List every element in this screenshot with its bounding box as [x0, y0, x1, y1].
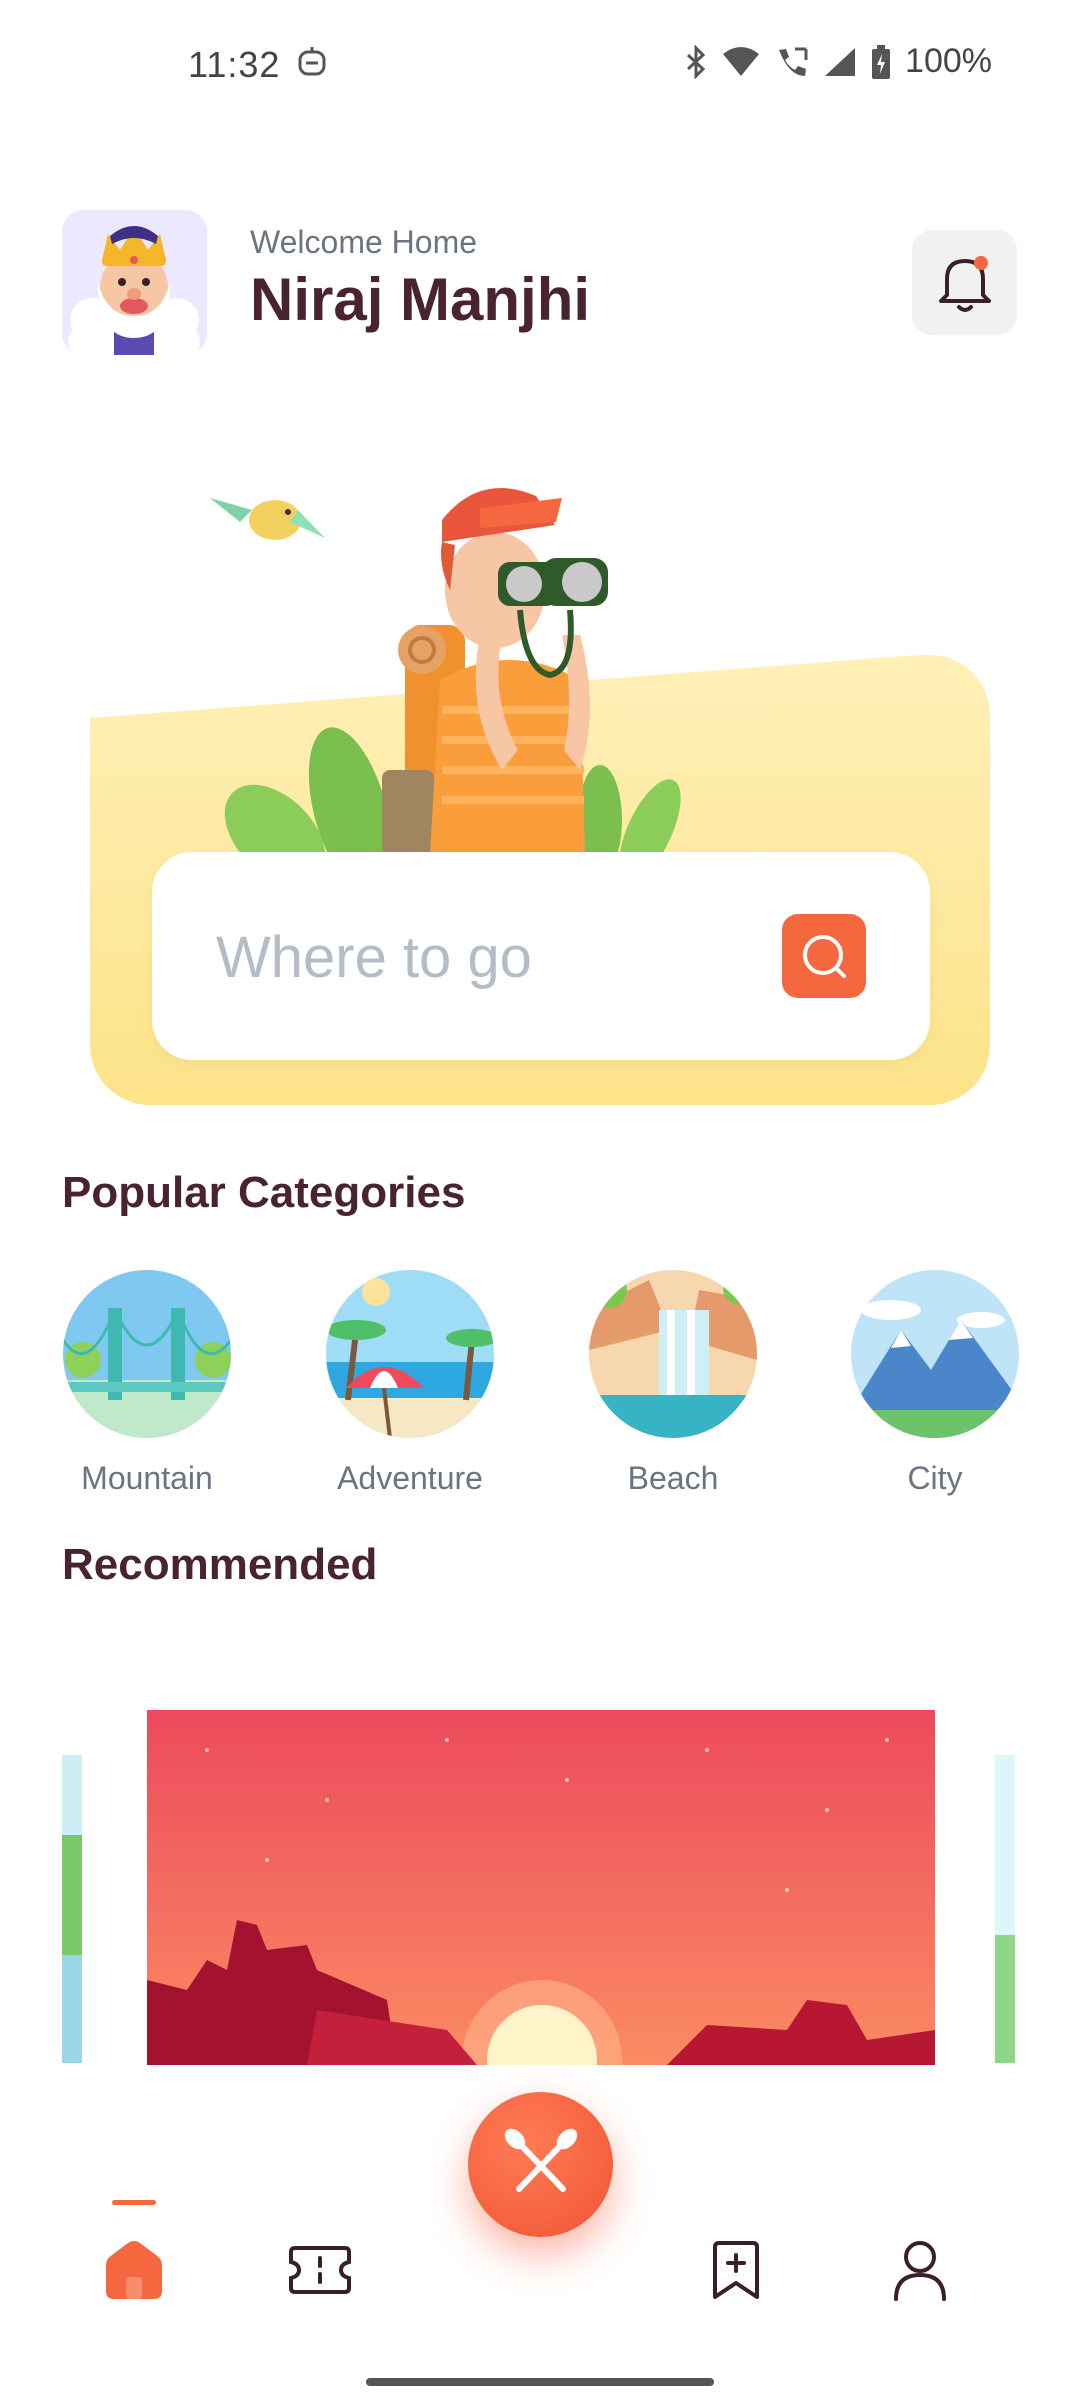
battery-percentage: 100%: [905, 42, 992, 80]
signal-icon: [825, 47, 856, 76]
oars-icon: [504, 2128, 577, 2192]
notification-dot: [973, 255, 988, 270]
explore-fab[interactable]: [468, 2092, 613, 2237]
bell-icon: [938, 255, 991, 312]
waterfall-illustration: [589, 1270, 757, 1438]
category-label: City: [907, 1460, 963, 1496]
profile-icon: [894, 2241, 946, 2301]
gesture-home-bar[interactable]: [366, 2378, 714, 2386]
traveler-illustration: [210, 488, 681, 855]
category-beach[interactable]: Beach: [573, 1270, 773, 1497]
user-name: Niraj Manjhi: [250, 266, 591, 333]
search-box: [152, 852, 930, 1060]
category-label: Adventure: [337, 1460, 483, 1496]
robot-icon: [298, 47, 326, 76]
category-label: Beach: [627, 1460, 719, 1496]
recommended-card-prev[interactable]: [62, 1755, 82, 2063]
notification-button[interactable]: [912, 230, 1017, 335]
home-icon: [106, 2241, 162, 2299]
nav-home[interactable]: [94, 2230, 174, 2310]
nav-bookmarks[interactable]: [696, 2230, 776, 2310]
bookmark-add-icon: [713, 2241, 759, 2299]
category-adventure[interactable]: Adventure: [310, 1270, 510, 1497]
recommended-card-next[interactable]: [995, 1755, 1015, 2063]
search-input[interactable]: [214, 908, 738, 1006]
avatar[interactable]: [62, 210, 207, 355]
call-icon: [779, 47, 808, 76]
category-city[interactable]: City: [835, 1270, 1035, 1497]
search-button[interactable]: [782, 914, 866, 998]
nav-profile[interactable]: [880, 2230, 960, 2310]
bird-icon: [210, 498, 325, 540]
status-time: 11:32: [188, 44, 281, 85]
desert-sunset-illustration: [147, 1710, 935, 2065]
section-title-popular-categories: Popular Categories: [62, 1168, 466, 1217]
active-tab-indicator: [112, 2200, 156, 2205]
bridge-illustration: [63, 1270, 231, 1438]
battery-icon: [872, 44, 891, 79]
wifi-icon: [723, 46, 760, 76]
status-icons: 100%: [685, 42, 992, 81]
search-icon: [803, 935, 846, 978]
ticket-icon: [289, 2246, 351, 2294]
beach-umbrella-illustration: [326, 1270, 494, 1438]
king-avatar-icon: [62, 210, 207, 355]
section-title-recommended: Recommended: [62, 1540, 378, 1589]
snow-mountain-illustration: [851, 1270, 1019, 1438]
category-label: Mountain: [81, 1460, 213, 1496]
nav-tickets[interactable]: [280, 2230, 360, 2310]
category-mountain[interactable]: Mountain: [47, 1270, 247, 1497]
recommended-card[interactable]: [147, 1710, 935, 2065]
welcome-text: Welcome Home: [250, 224, 478, 260]
bluetooth-icon: [687, 44, 706, 79]
